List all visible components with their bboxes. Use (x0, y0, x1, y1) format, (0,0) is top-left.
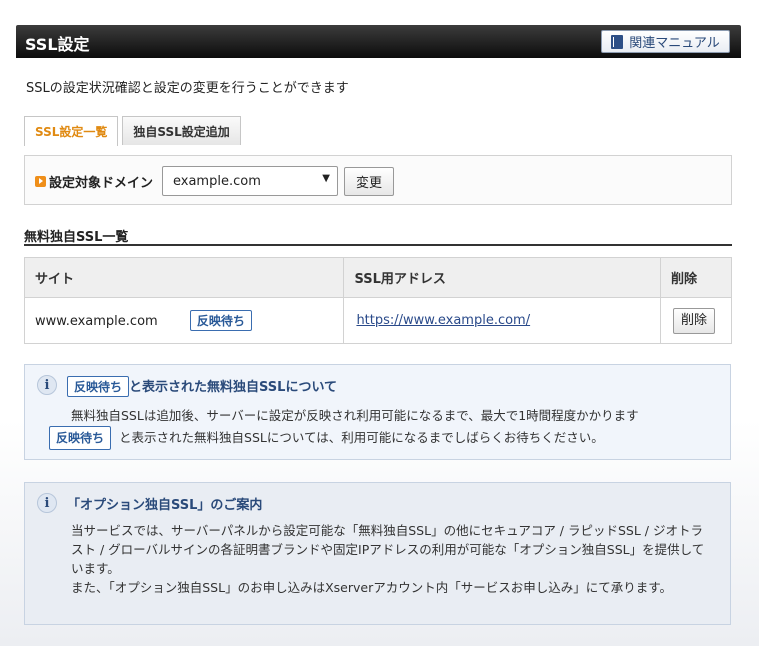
column-header-address: SSL用アドレス (343, 257, 662, 298)
delete-cell: 削除 (660, 297, 732, 344)
ssl-table: サイト SSL用アドレス 削除 www.example.com 反映待ち htt… (23, 257, 732, 344)
domain-select-value: example.com (173, 173, 261, 189)
page-header: SSL設定 関連マニュアル (16, 25, 741, 58)
info-icon: i (37, 493, 57, 513)
related-manual-button[interactable]: 関連マニュアル (601, 30, 730, 53)
caret-down-icon: ▼ (322, 173, 330, 184)
tab-add-ssl[interactable]: 独自SSL設定追加 (122, 116, 241, 145)
intro-text: SSLの設定状況確認と設定の変更を行うことができます (26, 81, 349, 96)
domain-select[interactable]: example.com ▼ (162, 166, 338, 196)
delete-button[interactable]: 削除 (673, 307, 716, 334)
column-header-site: サイト (23, 257, 345, 298)
status-badge: 反映待ち (189, 310, 252, 331)
domain-label: 設定対象ドメイン (49, 176, 154, 191)
notice-line: 無料独自SSLは追加後、サーバーに設定が反映され利用可能になるまで、最大で1時間… (71, 408, 639, 423)
info-icon: i (37, 375, 57, 395)
domain-selector-panel: 設定対象ドメイン example.com ▼ 変更 (24, 155, 732, 205)
page-title: SSL設定 (25, 35, 90, 54)
ssl-address-link[interactable]: https://www.example.com/ (356, 313, 530, 328)
arrow-right-icon (35, 176, 46, 187)
status-badge: 反映待ち (67, 376, 130, 397)
table-row: www.example.com 反映待ち https://www.example… (23, 297, 732, 344)
site-name: www.example.com (35, 314, 158, 329)
address-cell: https://www.example.com/ (343, 297, 662, 344)
notice-line-text: と表示された無料独自SSLについては、利用可能になるまでしばらくお待ちください。 (119, 430, 604, 445)
notice-line: 反映待ち と表示された無料独自SSLについては、利用可能になるまでしばらくお待ちく… (49, 426, 639, 450)
column-header-delete: 削除 (660, 257, 732, 298)
option-ssl-notice: i 「オプション独自SSL」のご案内 当サービスでは、サーバーパネルから設定可能… (24, 482, 731, 625)
related-manual-label: 関連マニュアル (629, 36, 720, 51)
option-ssl-notice-title: 「オプション独自SSL」のご案内 (67, 498, 263, 513)
tab-bar: SSL設定一覧 独自SSL設定追加 (24, 116, 241, 146)
notice-paragraph: また、「オプション独自SSL」のお申し込みはXserverアカウント内「サービス… (71, 580, 672, 595)
notice-title-text: と表示された無料独自SSLについて (129, 380, 338, 395)
notice-paragraph: 当サービスでは、サーバーパネルから設定可能な「無料独自SSL」の他にセキュアコア… (71, 523, 705, 576)
tab-ssl-list[interactable]: SSL設定一覧 (24, 116, 119, 146)
pending-notice: i 反映待ち と表示された無料独自SSLについて 無料独自SSLは追加後、サーバー… (24, 364, 731, 460)
ssl-list-title: 無料独自SSL一覧 (24, 226, 732, 246)
change-button[interactable]: 変更 (344, 167, 394, 196)
pending-notice-title: 反映待ち と表示された無料独自SSLについて (67, 376, 337, 397)
site-cell: www.example.com 反映待ち (23, 297, 345, 344)
pending-notice-body: 無料独自SSLは追加後、サーバーに設定が反映され利用可能になるまで、最大で1時間… (49, 406, 639, 450)
status-badge: 反映待ち (49, 426, 112, 450)
table-header-row: サイト SSL用アドレス 削除 (23, 257, 732, 298)
book-icon (611, 34, 624, 49)
option-ssl-notice-body: 当サービスでは、サーバーパネルから設定可能な「無料独自SSL」の他にセキュアコア… (71, 521, 711, 597)
